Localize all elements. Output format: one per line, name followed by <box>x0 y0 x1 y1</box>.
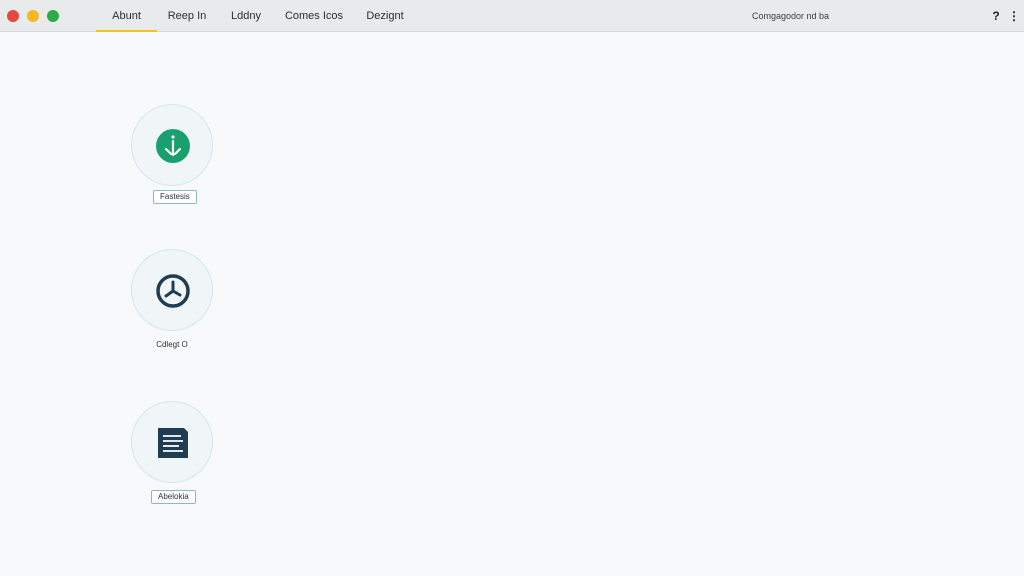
tab-dezignt[interactable]: Dezignt <box>360 0 410 32</box>
tab-abunt[interactable]: Abunt <box>96 0 157 32</box>
maximize-window-button[interactable] <box>47 10 59 22</box>
more-options-icon[interactable]: ⋮ <box>1008 8 1020 24</box>
help-icon[interactable]: ? <box>990 8 1002 24</box>
node-cdlegt-o[interactable] <box>131 249 213 331</box>
node-fastesis[interactable] <box>131 104 213 186</box>
tab-comes-icos[interactable]: Comes Icos <box>280 0 348 32</box>
document-icon <box>158 428 188 458</box>
tab-reep-in[interactable]: Reep In <box>160 0 214 32</box>
node-abelokia[interactable] <box>131 401 213 483</box>
search-field[interactable]: Comgagodor nd ba <box>752 0 829 32</box>
download-arrow-icon <box>156 129 190 163</box>
close-window-button[interactable] <box>7 10 19 22</box>
node-label-abelokia[interactable]: Abelokia <box>151 490 196 504</box>
node-label-cdlegt-o[interactable]: Cdlegt O <box>153 339 191 351</box>
clock-icon <box>156 274 190 308</box>
node-label-fastesis[interactable]: Fastesis <box>153 190 197 204</box>
minimize-window-button[interactable] <box>27 10 39 22</box>
top-bar: Abunt Reep In Lddny Comes Icos Dezignt C… <box>0 0 1024 32</box>
tab-lddny[interactable]: Lddny <box>224 0 268 32</box>
